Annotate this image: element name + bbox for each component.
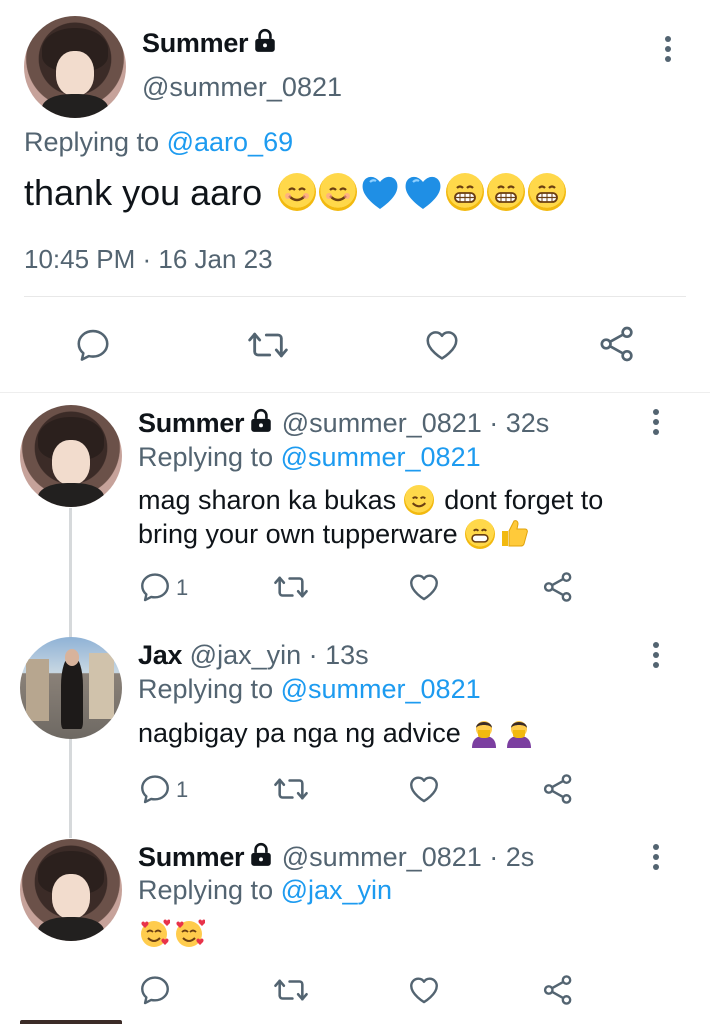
replying-to: Replying to @aaro_69 [24,127,294,157]
grin-emoji [446,173,485,211]
retweet-icon[interactable] [272,973,310,1007]
retweet-icon[interactable] [272,570,310,604]
grin-emoji [487,173,526,211]
user-handle[interactable]: @summer_0821 [282,842,482,872]
tweet-timestamp[interactable]: 10:45 PM · 16 Jan 23 [24,244,273,275]
user-handle[interactable]: @jax_yin [190,640,301,670]
avatar[interactable] [20,405,122,507]
lock-icon [248,842,274,875]
more-options-icon[interactable] [660,34,676,64]
mention-link[interactable]: @aaro_69 [167,127,294,157]
smiling-face-with-hearts-emoji [138,917,171,949]
more-options-icon[interactable] [648,842,664,872]
mention-link[interactable]: @summer_0821 [281,442,481,472]
avatar[interactable] [20,839,122,941]
like-icon[interactable] [407,973,441,1007]
like-icon[interactable] [422,326,462,364]
reply-time: · 2s [489,842,535,872]
reply-count: 1 [176,575,189,600]
smiling-face-with-hearts-emoji [173,917,206,949]
reply-icon[interactable] [138,973,172,1007]
thumbs-up-emoji [498,517,530,549]
tweet-text: thank you aaro [24,172,569,214]
smile-emoji [319,173,358,211]
display-name[interactable]: Summer [138,408,245,438]
avatar[interactable] [24,16,126,118]
lock-icon [248,408,274,441]
retweet-icon[interactable] [272,772,310,806]
reply-header: Jax @jax_yin · 13s [138,640,369,671]
more-options-icon[interactable] [648,407,664,437]
user-handle[interactable]: @summer_0821 [142,72,342,103]
smile-emoji [403,485,434,515]
replying-to: Replying to @summer_0821 [138,442,481,472]
reply-count: 1 [176,777,189,802]
divider [24,296,686,297]
more-options-icon[interactable] [648,640,664,670]
avatar[interactable] [20,637,122,739]
reply-text [138,917,208,949]
grin-emoji [465,519,496,549]
blue-heart-emoji [403,173,443,211]
display-name[interactable]: Summer [138,842,245,872]
replying-to: Replying to @summer_0821 [138,674,481,704]
reply-time: · 13s [308,640,369,670]
facepalm-emoji [468,716,500,748]
smile-emoji [278,173,317,211]
reply-text: nagbigay pa nga ng advice [138,716,538,749]
like-icon[interactable] [407,570,441,604]
lock-icon [252,28,278,61]
replying-to: Replying to @jax_yin [138,875,393,905]
reply-icon[interactable] [138,772,172,806]
share-icon[interactable] [597,324,637,364]
reply-text: mag sharon ka bukas dont forget to bring… [138,485,604,549]
user-handle[interactable]: @summer_0821 [282,408,482,438]
divider [0,392,710,393]
facepalm-emoji [503,716,535,748]
next-item-edge [20,1020,122,1024]
share-icon[interactable] [541,772,575,806]
display-name[interactable]: Summer [142,28,278,61]
mention-link[interactable]: @summer_0821 [281,674,481,704]
reply-header: Summer @summer_0821 · 32s [138,408,549,441]
reply-icon[interactable] [138,570,172,604]
like-icon[interactable] [407,772,441,806]
reply-time: · 32s [489,408,550,438]
share-icon[interactable] [541,570,575,604]
reply-icon[interactable] [74,326,112,364]
retweet-icon[interactable] [246,325,290,365]
mention-link[interactable]: @jax_yin [281,875,392,905]
reply-header: Summer @summer_0821 · 2s [138,842,534,875]
grin-emoji [528,173,567,211]
blue-heart-emoji [360,173,400,211]
display-name[interactable]: Jax [138,640,182,670]
share-icon[interactable] [541,973,575,1007]
